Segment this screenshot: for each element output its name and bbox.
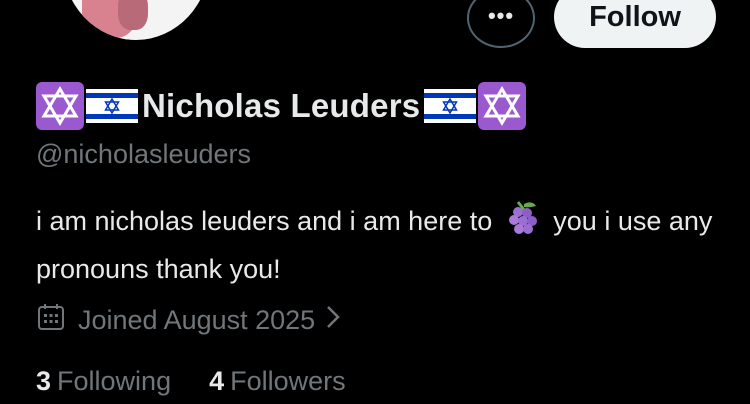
bio-text-start: i am nicholas leuders and i am here to bbox=[36, 206, 493, 237]
followers-label: Followers bbox=[230, 366, 346, 396]
follow-stats: 3 Following 4 Followers bbox=[36, 366, 384, 397]
more-options-button[interactable]: ••• bbox=[467, 0, 535, 48]
grapes-icon bbox=[504, 198, 542, 248]
followers-count: 4 bbox=[209, 366, 225, 396]
chevron-right-icon bbox=[325, 304, 341, 337]
calendar-icon bbox=[36, 302, 66, 339]
israel-flag-icon bbox=[424, 89, 477, 123]
display-name: Nicholas Leuders bbox=[142, 87, 421, 124]
following-label: Following bbox=[57, 366, 172, 396]
avatar-hair-shadow bbox=[118, 0, 148, 30]
bio: i am nicholas leuders and i am here to y… bbox=[36, 198, 716, 290]
star-of-david-icon bbox=[478, 82, 527, 130]
followers-link[interactable]: 4 Followers bbox=[209, 366, 346, 397]
joined-date[interactable]: Joined August 2025 bbox=[36, 302, 341, 339]
avatar[interactable] bbox=[62, 0, 210, 40]
israel-flag-icon bbox=[86, 89, 138, 123]
follow-button[interactable]: Follow bbox=[554, 0, 716, 48]
following-link[interactable]: 3 Following bbox=[36, 366, 171, 397]
user-handle: @nicholasleuders bbox=[36, 139, 252, 169]
joined-text: Joined August 2025 bbox=[78, 305, 316, 335]
display-name-row: Nicholas Leuders bbox=[36, 82, 527, 130]
following-count: 3 bbox=[36, 366, 52, 396]
star-of-david-icon bbox=[36, 82, 84, 130]
more-icon: ••• bbox=[487, 3, 515, 28]
